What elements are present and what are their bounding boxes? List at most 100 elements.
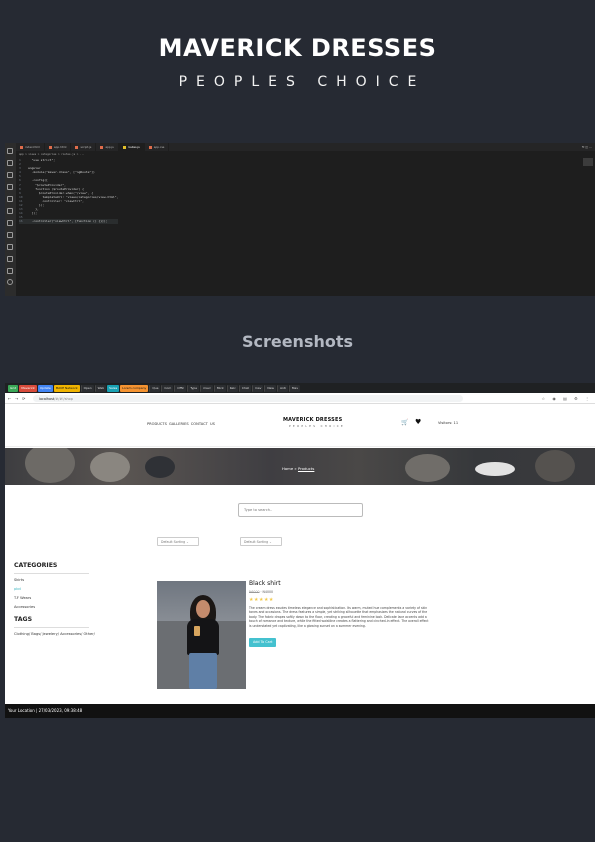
breadcrumb-current[interactable]: Products <box>298 466 314 471</box>
product-price: N6000 · N4000 <box>249 590 274 594</box>
browser-tab[interactable]: Kelc <box>226 384 238 392</box>
editor-tab-label: app.html <box>53 145 67 149</box>
forward-icon[interactable]: → <box>15 396 18 401</box>
live-share-icon <box>7 256 13 262</box>
editor-actions: ⟲ ◫ ⋯ <box>581 145 592 149</box>
browser-tab[interactable]: Type <box>187 384 200 392</box>
url-host: localhost <box>39 396 55 401</box>
sort-select-2-label: Default Sorting <box>244 540 269 544</box>
site-header: PRODUCTS GALLERIES CONTACT US MAVERICK D… <box>5 405 595 447</box>
editor-tab-label: index.html <box>25 145 40 149</box>
product-info: Black shirt N6000 · N4000 ★★★★★ The crea… <box>249 580 434 647</box>
timeline-icon <box>7 244 13 250</box>
browser-tab[interactable]: Maverick <box>19 384 37 392</box>
rating-stars[interactable]: ★★★★★ <box>249 597 434 603</box>
back-icon[interactable]: ← <box>8 396 11 401</box>
file-icon <box>48 145 52 149</box>
site-nav[interactable]: PRODUCTS GALLERIES CONTACT US <box>147 422 215 426</box>
category-item[interactable]: T.F Wears <box>14 596 104 605</box>
tags-heading: TAGS <box>14 616 33 623</box>
account-icon <box>7 279 13 285</box>
reload-icon[interactable]: ⟳ <box>22 396 25 401</box>
browser-tab[interactable]: Lorem company <box>120 384 149 392</box>
sort-select-1-label: Default Sorting <box>161 540 186 544</box>
file-icon <box>100 145 104 149</box>
browser-tab[interactable]: mav <box>251 384 264 392</box>
search-input[interactable]: Type to search.. <box>238 503 363 517</box>
browser-tab[interactable]: Update <box>37 384 53 392</box>
product-description: The cream dress exudes timeless elegance… <box>249 606 429 628</box>
url-path: /#/#!/shop <box>54 396 73 401</box>
browser-tab[interactable]: Com <box>161 384 174 392</box>
browser-tab[interactable]: MAVE Network <box>53 384 80 392</box>
file-icon <box>148 145 152 149</box>
site-logo-tagline: PEOPLES CHOICE <box>289 425 345 428</box>
category-list: Skirts pbd T.F Wears Accessories <box>14 578 104 614</box>
cart-icon[interactable]: 🛒 <box>401 419 408 426</box>
editor-tab[interactable]: app.html <box>45 143 72 151</box>
editor-tab[interactable]: routes.js <box>118 143 145 151</box>
extensions-icons[interactable]: ☆ ◉ ▤ ⚙ ⋮ <box>541 396 592 401</box>
browser-tab[interactable]: Que <box>149 384 161 392</box>
code-text: ]); <box>28 211 38 216</box>
browser-tab[interactable]: Offic <box>174 384 187 392</box>
browser-tab[interactable]: Open <box>80 384 94 392</box>
browser-tab[interactable]: Sales <box>107 384 120 392</box>
editor-tab[interactable]: app.js <box>96 143 119 151</box>
heart-icon[interactable]: ♥ <box>415 418 421 426</box>
editor-tab[interactable]: index.html <box>16 143 45 151</box>
product-title[interactable]: Black shirt <box>249 580 434 587</box>
browser-tab[interactable]: Mick <box>213 384 226 392</box>
browser-tab[interactable]: Anti <box>276 384 288 392</box>
product-image[interactable] <box>157 581 246 689</box>
sidebar: CATEGORIES Skirts pbd T.F Wears Accessories… <box>14 562 104 636</box>
browser-tab[interactable]: Grid <box>8 384 19 392</box>
code-text: "use strict"; <box>28 158 56 162</box>
editor-tab-label: app.css <box>153 145 165 149</box>
category-item[interactable]: pbd <box>14 587 104 596</box>
editor-tab-label: app.js <box>105 145 114 149</box>
code-line[interactable]: 16 .controller("viewCtrl", [function () … <box>19 219 119 224</box>
page-title: MAVERICK DRESSES <box>158 34 437 62</box>
editor-tab-label: script.js <box>80 145 92 149</box>
docker-icon <box>7 232 13 238</box>
sort-select-1[interactable]: Default Sorting ⌄ <box>157 537 199 546</box>
editor-tabs: index.html app.html script.js app.js routes.… <box>16 143 595 151</box>
breadcrumb: Home » Products <box>282 466 314 471</box>
browser-tab[interactable]: Web <box>94 384 107 392</box>
category-item[interactable]: Skirts <box>14 578 104 587</box>
browser-tab[interactable]: Chat <box>238 384 251 392</box>
run-debug-icon <box>7 184 13 190</box>
editor-tab[interactable]: script.js <box>71 143 97 151</box>
code-area: 1 "use strict"; 2 3 angular 4 .module("maver… <box>19 158 119 224</box>
code-editor-screenshot: index.html app.html script.js app.js routes.… <box>5 143 595 296</box>
breadcrumb-home[interactable]: Home » <box>282 466 297 471</box>
browser-tab[interactable]: New <box>264 384 276 392</box>
code-text: .controller("viewCtrl", [function () {}]… <box>28 219 108 224</box>
browser-tab[interactable]: Mav <box>288 384 301 392</box>
file-icon <box>20 145 23 149</box>
file-icon <box>122 145 126 149</box>
footer-location: Your Location | 27/03/2023, 09:38:48 <box>5 704 595 718</box>
explorer-icon <box>7 148 13 154</box>
add-to-cart-button[interactable]: Add To Cart <box>249 637 277 647</box>
remote-icon <box>7 208 13 214</box>
browser-tab[interactable]: mavr <box>200 384 213 392</box>
browser-screenshot: Grid Maverick Update MAVE Network Open Web Sal… <box>5 383 595 718</box>
site-logo[interactable]: MAVERICK DRESSES <box>283 417 342 423</box>
editor-tab[interactable]: app.css <box>145 143 170 151</box>
editor-tab-label: routes.js <box>127 145 140 149</box>
line-number: 16 <box>19 219 23 224</box>
visitors-count: Visitors: 11 <box>438 421 459 425</box>
sort-select-2[interactable]: Default Sorting ⌄ <box>240 537 282 546</box>
tag-list[interactable]: Clothing/ Bags/ Jewelery/ Accessories/ O… <box>14 632 104 636</box>
code-text: .module("maver.dress", ["ngRoute"]) <box>28 170 95 175</box>
divider <box>14 627 89 628</box>
address-bar-row: ← → ⟳ localhost/#/#!/shop ☆ ◉ ▤ ⚙ ⋮ <box>5 393 595 404</box>
url-field[interactable]: localhost/#/#!/shop <box>33 395 463 402</box>
minimap <box>583 158 593 166</box>
categories-heading: CATEGORIES <box>14 562 58 569</box>
divider <box>14 573 89 574</box>
search-icon <box>7 160 13 166</box>
category-item[interactable]: Accessories <box>14 605 104 614</box>
